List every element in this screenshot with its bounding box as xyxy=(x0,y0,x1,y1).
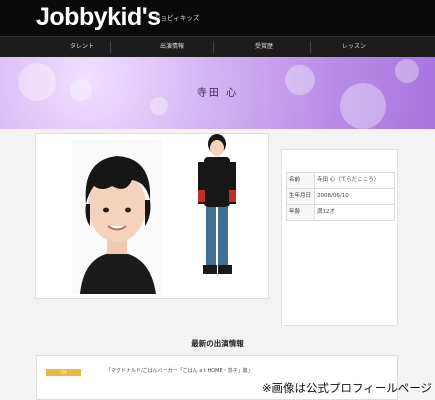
nav-divider xyxy=(110,41,111,53)
profile-banner: 寺田 心 xyxy=(0,57,435,129)
profile-table: 名前 寺田 心（てらだこころ） 生年月日 2008/06/10 年齢 満12才 xyxy=(286,172,395,221)
news-category-badge: CM xyxy=(46,369,81,376)
nav-item-awards[interactable]: 受賞歴 xyxy=(229,37,299,57)
profile-key: 名前 xyxy=(286,172,315,189)
profile-key: 年齢 xyxy=(286,204,315,221)
news-item-text[interactable]: 「マクドナルド/ごはんバーガー「ごはん a t HOME・息子」篇」 xyxy=(106,367,253,374)
profile-row-age: 年齢 満12才 xyxy=(286,204,395,221)
bokeh-decoration xyxy=(395,59,419,83)
site-header: Jobbykid's ジョビィキッズ xyxy=(0,0,435,36)
nav-divider xyxy=(213,41,214,53)
portrait-photo xyxy=(72,140,162,294)
profile-value: 2008/06/10 xyxy=(314,188,395,205)
main-content: 名前 寺田 心（てらだこころ） 生年月日 2008/06/10 年齢 満12才 … xyxy=(0,129,435,400)
profile-key: 生年月日 xyxy=(286,188,315,205)
talent-name-heading: 寺田 心 xyxy=(196,88,239,99)
nav-item-talent[interactable]: タレント xyxy=(47,37,117,57)
main-nav: タレント 出演情報 受賞歴 レッスン xyxy=(0,36,435,57)
site-logo-subtitle: ジョビィキッズ xyxy=(154,14,200,22)
profile-row-birthdate: 生年月日 2008/06/10 xyxy=(286,188,395,205)
nav-item-lessons[interactable]: レッスン xyxy=(319,37,389,57)
profile-info-box: 名前 寺田 心（てらだこころ） 生年月日 2008/06/10 年齢 満12才 xyxy=(281,149,398,326)
profile-row-name: 名前 寺田 心（てらだこころ） xyxy=(286,172,395,189)
profile-photo-frame xyxy=(35,133,269,299)
full-body-photo xyxy=(198,134,236,274)
profile-photo xyxy=(72,134,236,294)
latest-appearances-heading: 最新の出演情報 xyxy=(191,339,244,348)
nav-divider xyxy=(310,41,311,53)
profile-value: 寺田 心（てらだこころ） xyxy=(314,172,395,189)
bokeh-decoration xyxy=(150,97,168,115)
image-caption: ※画像は公式プロフィールページ xyxy=(261,381,432,395)
nav-item-appearances[interactable]: 出演情報 xyxy=(137,37,207,57)
profile-value: 満12才 xyxy=(314,204,395,221)
site-logo[interactable]: Jobbykid's xyxy=(36,2,161,32)
